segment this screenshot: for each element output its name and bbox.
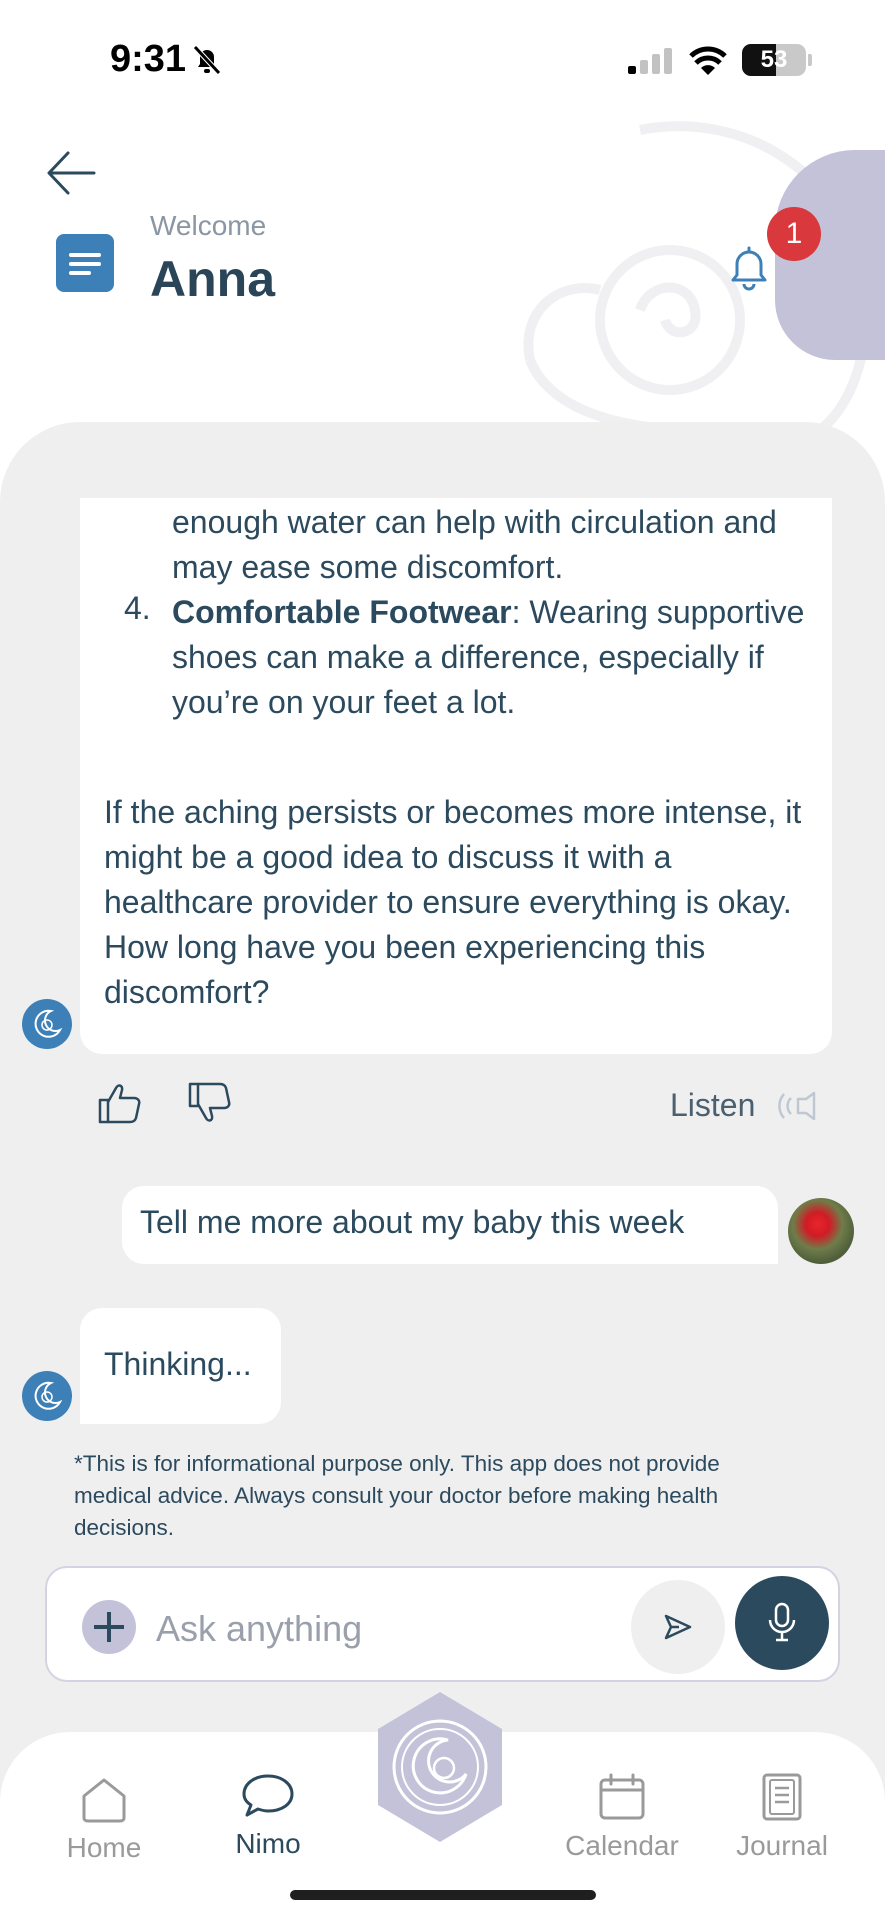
status-time: 9:31 — [110, 38, 187, 80]
battery-tip — [808, 54, 812, 66]
listen-button[interactable]: Listen — [670, 1087, 755, 1124]
list-item-3-continuation: enough water can help with circulation a… — [172, 504, 777, 585]
ask-input[interactable] — [156, 1604, 606, 1654]
document-icon[interactable] — [56, 234, 114, 292]
thinking-text: Thinking... — [104, 1346, 252, 1382]
bell-muted-icon — [193, 45, 221, 75]
send-button[interactable] — [631, 1580, 725, 1674]
baby-moon-icon — [34, 1009, 63, 1038]
nav-journal-label: Journal — [736, 1830, 828, 1861]
thumbs-up-icon[interactable] — [96, 1080, 144, 1126]
battery-percentage: 53 — [760, 46, 788, 73]
attach-plus-button[interactable] — [82, 1600, 136, 1654]
cellular-signal-icon — [628, 48, 672, 74]
bot-message-paragraph: If the aching persists or becomes more i… — [104, 794, 802, 1010]
list-item-4-title: Comfortable Footwear — [172, 594, 512, 630]
home-indicator — [290, 1890, 596, 1900]
user-avatar[interactable] — [788, 1198, 854, 1264]
notification-bell-icon[interactable] — [726, 244, 772, 292]
list-item-4: Comfortable Footwear: Wearing supportive… — [172, 590, 812, 725]
journal-icon — [762, 1773, 802, 1821]
plus-icon — [94, 1625, 124, 1629]
nav-nimo[interactable]: Nimo — [198, 1770, 338, 1860]
chat-bubble-icon — [242, 1774, 294, 1817]
calendar-icon — [599, 1773, 645, 1820]
speaker-icon[interactable] — [774, 1088, 818, 1124]
nav-calendar[interactable]: Calendar — [552, 1772, 692, 1862]
disclaimer-text: *This is for informational purpose only.… — [74, 1451, 720, 1540]
thumbs-down-icon[interactable] — [186, 1080, 234, 1126]
send-icon — [664, 1614, 692, 1640]
nav-nimo-label: Nimo — [235, 1828, 301, 1859]
document-line — [69, 253, 101, 257]
microphone-button[interactable] — [735, 1576, 829, 1670]
bot-avatar — [22, 999, 72, 1049]
status-bar: 9:31 53 — [0, 0, 885, 120]
nav-home[interactable]: Home — [34, 1774, 174, 1864]
notification-badge: 1 — [767, 207, 821, 261]
bot-avatar — [22, 1371, 72, 1421]
document-line — [69, 271, 91, 275]
nimo-home-hexagon-button[interactable] — [376, 1692, 504, 1842]
baby-moon-icon — [34, 1381, 63, 1410]
document-line — [69, 262, 101, 266]
user-message-text: Tell me more about my baby this week — [140, 1204, 685, 1240]
battery-icon: 53 — [742, 44, 806, 76]
nav-home-label: Home — [66, 1832, 142, 1863]
nav-calendar-label: Calendar — [565, 1830, 679, 1861]
home-icon — [82, 1778, 126, 1823]
welcome-label: Welcome — [150, 210, 267, 241]
list-item-4-number: 4. — [124, 590, 151, 626]
microphone-icon — [768, 1602, 796, 1642]
back-arrow-icon[interactable] — [44, 148, 100, 198]
wifi-icon — [689, 46, 727, 75]
user-name: Anna — [150, 251, 275, 307]
nav-journal[interactable]: Journal — [712, 1772, 852, 1862]
